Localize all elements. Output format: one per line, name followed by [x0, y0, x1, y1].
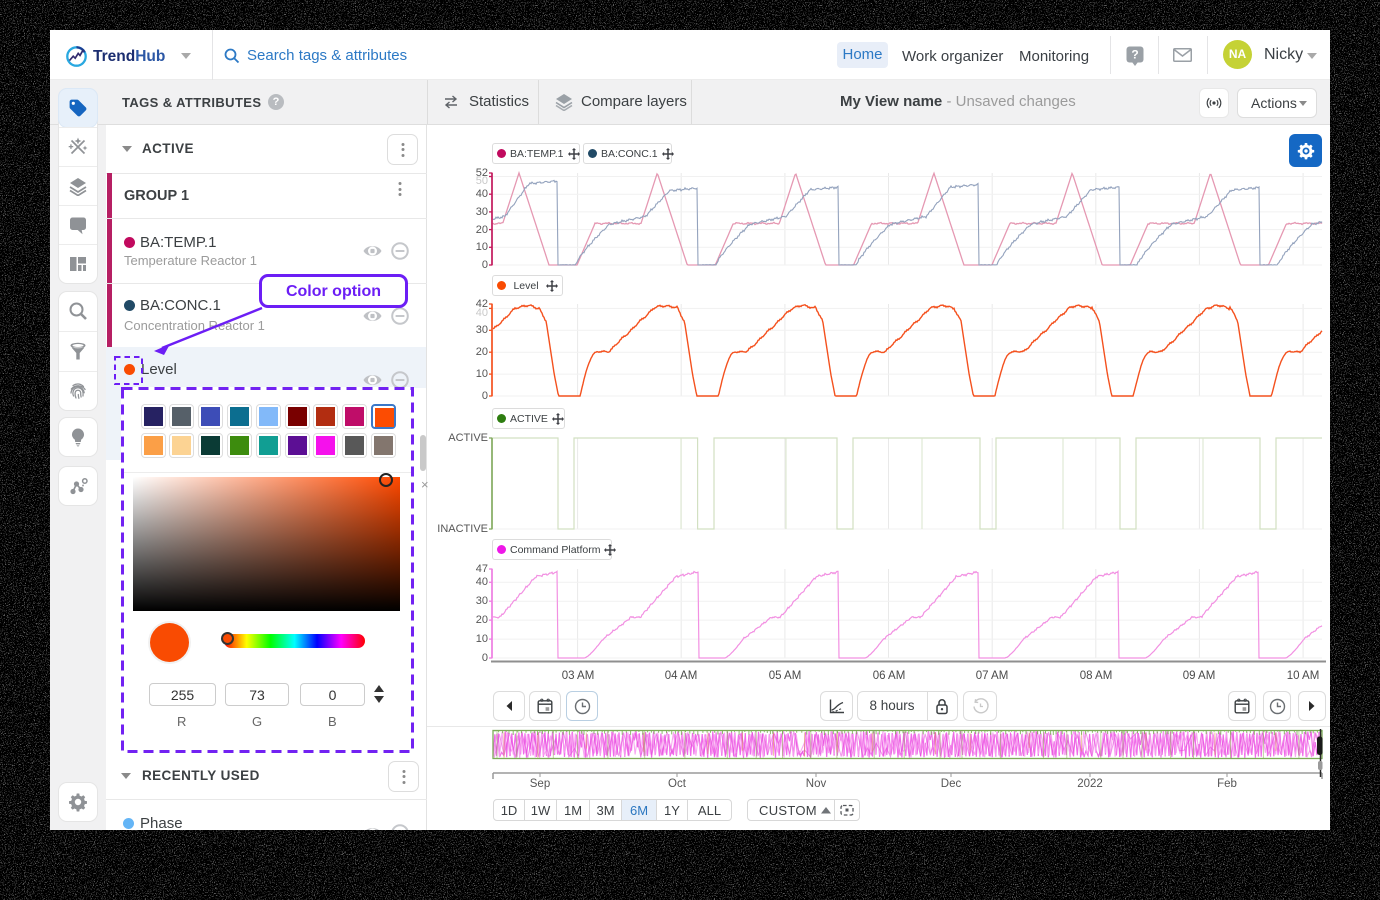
svg-text:?: ?	[1131, 48, 1138, 62]
